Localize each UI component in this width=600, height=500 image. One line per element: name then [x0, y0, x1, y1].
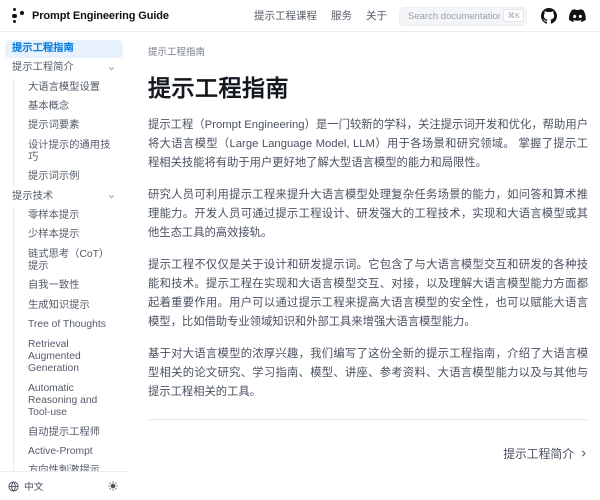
language-label: 中文: [24, 479, 44, 493]
sidebar-item-0[interactable]: 提示工程指南: [5, 40, 123, 58]
sidebar-folder-label: 提示技术: [12, 191, 53, 203]
main-content: 提示工程指南 提示工程指南 提示工程（Prompt Engineering）是一…: [128, 32, 600, 500]
language-switcher[interactable]: 中文: [8, 479, 44, 493]
paragraph-2: 提示工程不仅仅是关于设计和研发提示词。它包含了与大语言模型交互和研发的各种技能和…: [148, 256, 588, 332]
paragraph-0: 提示工程（Prompt Engineering）是一门较新的学科，关注提示词开发…: [148, 116, 588, 173]
article-body: 提示工程（Prompt Engineering）是一门较新的学科，关注提示词开发…: [148, 116, 588, 402]
sidebar-nav: 提示工程指南提示工程简介大语言模型设置基本概念提示词要素设计提示的通用技巧提示词…: [0, 32, 128, 471]
sidebar: 提示工程指南提示工程简介大语言模型设置基本概念提示词要素设计提示的通用技巧提示词…: [0, 32, 128, 500]
sidebar-item-17[interactable]: Active-Prompt: [21, 443, 123, 461]
chevron-right-icon: [579, 448, 588, 458]
sidebar-item-11[interactable]: 自我一致性: [21, 277, 123, 295]
next-page-label: 提示工程简介: [503, 445, 574, 462]
sidebar-item-14[interactable]: Retrieval Augmented Generation: [21, 336, 123, 379]
home-logo-link[interactable]: Prompt Engineering Guide: [10, 7, 169, 24]
sun-icon: [108, 481, 118, 491]
sidebar-item-5[interactable]: 设计提示的通用技巧: [21, 137, 123, 168]
search-shortcut-badge: ⌘K: [503, 9, 524, 22]
sidebar-item-13[interactable]: Tree of Thoughts: [21, 316, 123, 334]
chevron-down-icon: [107, 64, 116, 73]
sidebar-footer: 中文: [0, 471, 128, 500]
page-title: 提示工程指南: [148, 69, 588, 103]
content-divider: [148, 419, 588, 420]
sidebar-item-3[interactable]: 基本概念: [21, 98, 123, 116]
discord-link[interactable]: [567, 6, 587, 26]
header-nav-link-2[interactable]: 关于: [366, 8, 387, 23]
header-nav-link-1[interactable]: 服务: [331, 8, 352, 23]
dair-logo-icon: [10, 7, 25, 24]
sidebar-item-15[interactable]: Automatic Reasoning and Tool-use: [21, 380, 123, 423]
next-page-link[interactable]: 提示工程简介: [503, 445, 588, 462]
sidebar-item-9[interactable]: 少样本提示: [21, 226, 123, 244]
discord-icon: [569, 9, 586, 22]
sidebar-item-12[interactable]: 生成知识提示: [21, 297, 123, 315]
breadcrumb: 提示工程指南: [148, 44, 588, 58]
github-link[interactable]: [539, 6, 559, 26]
sidebar-folder-7[interactable]: 提示技术: [5, 188, 123, 206]
sidebar-item-16[interactable]: 自动提示工程师: [21, 424, 123, 442]
paragraph-3: 基于对大语言模型的浓厚兴趣，我们编写了这份全新的提示工程指南，介绍了大语言模型相…: [148, 345, 588, 402]
sidebar-folder-label: 提示工程简介: [12, 62, 74, 74]
logo-text: Prompt Engineering Guide: [32, 10, 169, 22]
paragraph-1: 研究人员可利用提示工程来提升大语言模型处理复杂任务场景的能力，如问答和算术推理能…: [148, 186, 588, 243]
sidebar-group-2: 零样本提示少样本提示链式思考（CoT）提示自我一致性生成知识提示Tree of …: [13, 207, 123, 471]
github-icon: [541, 8, 557, 24]
header: Prompt Engineering Guide 提示工程课程服务关于 ⌘K: [0, 0, 600, 32]
header-nav-link-0[interactable]: 提示工程课程: [254, 8, 317, 23]
globe-icon: [8, 481, 19, 492]
sidebar-group-1: 大语言模型设置基本概念提示词要素设计提示的通用技巧提示词示例: [13, 79, 123, 187]
sidebar-item-4[interactable]: 提示词要素: [21, 117, 123, 135]
chevron-down-icon: [107, 192, 116, 201]
sidebar-item-18[interactable]: 方向性刺激提示: [21, 462, 123, 471]
theme-toggle[interactable]: [108, 481, 118, 491]
sidebar-item-6[interactable]: 提示词示例: [21, 168, 123, 186]
page-navigation: 提示工程简介: [148, 445, 588, 462]
sidebar-item-8[interactable]: 零样本提示: [21, 207, 123, 225]
header-nav: 提示工程课程服务关于: [254, 8, 387, 23]
search-box: ⌘K: [399, 6, 527, 25]
sidebar-folder-1[interactable]: 提示工程简介: [5, 59, 123, 77]
sidebar-item-2[interactable]: 大语言模型设置: [21, 79, 123, 97]
sidebar-item-10[interactable]: 链式思考（CoT）提示: [21, 246, 123, 277]
